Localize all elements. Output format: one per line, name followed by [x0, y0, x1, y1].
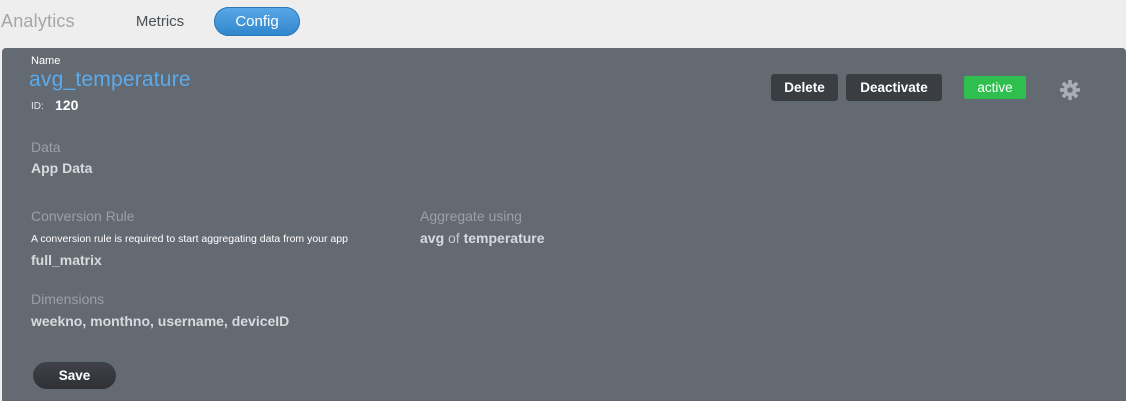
name-label: Name: [31, 55, 61, 67]
gear-icon[interactable]: [1059, 79, 1081, 101]
conversion-rule-label: Conversion Rule: [31, 208, 135, 224]
metric-id: 120: [55, 97, 79, 113]
aggregate-function: avg: [420, 230, 445, 246]
deactivate-button[interactable]: Deactivate: [846, 74, 942, 101]
dimensions-label: Dimensions: [31, 291, 105, 307]
aggregate-field: temperature: [463, 230, 545, 246]
aggregate-value: avg of temperature: [420, 230, 545, 246]
metric-name: avg_temperature: [29, 68, 191, 91]
id-label: ID:: [31, 101, 44, 112]
dimensions-value: weekno, monthno, username, deviceID: [31, 313, 290, 329]
tab-config[interactable]: Config: [214, 7, 300, 36]
tab-metrics[interactable]: Metrics: [120, 7, 200, 36]
metric-config-panel: Name avg_temperature ID: 120 Delete Deac…: [2, 48, 1126, 401]
status-badge: active: [964, 76, 1026, 99]
conversion-rule-value: full_matrix: [31, 252, 102, 268]
top-navigation-bar: Analytics Metrics Config: [0, 0, 1126, 46]
app-title: Analytics: [1, 11, 75, 31]
aggregate-of-text: of: [448, 230, 460, 246]
save-button[interactable]: Save: [33, 362, 116, 389]
data-label: Data: [31, 139, 61, 155]
conversion-rule-help: A conversion rule is required to start a…: [31, 233, 348, 245]
aggregate-label: Aggregate using: [420, 208, 522, 224]
delete-button[interactable]: Delete: [771, 74, 838, 101]
data-value: App Data: [31, 160, 93, 176]
